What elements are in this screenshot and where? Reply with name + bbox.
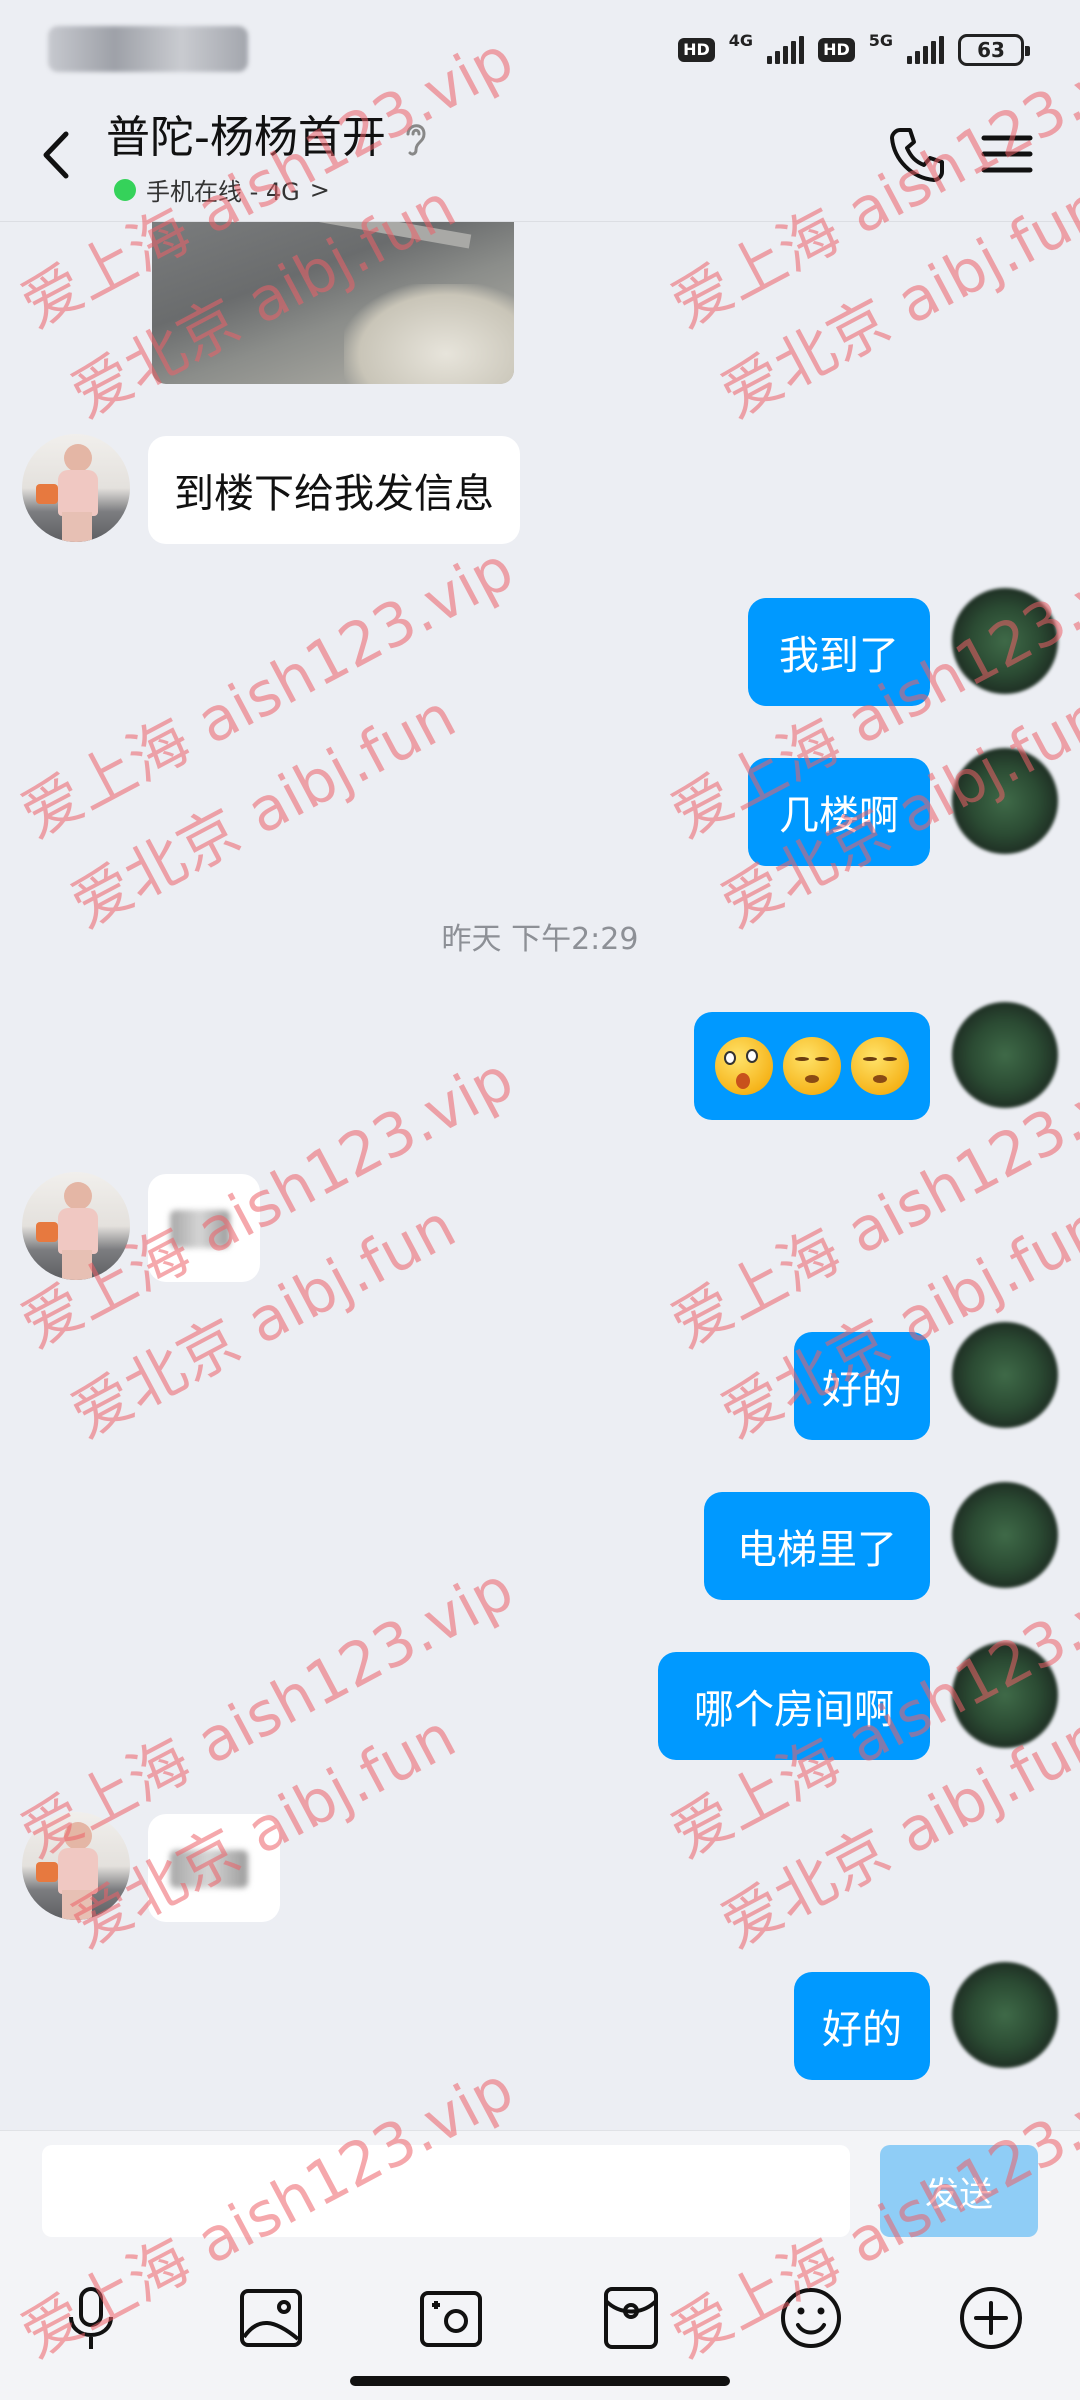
phone-icon	[890, 128, 944, 182]
menu-button[interactable]	[978, 126, 1036, 182]
battery-icon: 63	[958, 34, 1030, 66]
online-status-icon	[114, 178, 136, 201]
network-type-label: 5G	[868, 30, 893, 50]
red-packet-icon	[604, 2287, 658, 2349]
message-list[interactable]: 到楼下给我发信息 我到了 几楼啊 昨天 下午2:29 好的 电梯里了 哪个房间啊	[0, 222, 1080, 2130]
incoming-message-redacted[interactable]	[148, 1814, 280, 1922]
outgoing-message[interactable]: 好的	[794, 1972, 930, 2080]
photo-button[interactable]	[234, 2281, 308, 2355]
send-button[interactable]: 发送	[880, 2145, 1038, 2237]
outgoing-emoji-message[interactable]	[694, 1012, 930, 1120]
status-indicators: HD 4G HD 5G 63	[678, 30, 1030, 70]
ear-icon	[406, 124, 426, 156]
contact-info[interactable]: 普陀-杨杨首开 手机在线 - 4G >	[106, 110, 430, 207]
my-avatar[interactable]	[952, 1002, 1058, 1108]
composer-toolbar	[0, 2281, 1080, 2371]
composer: 发送	[0, 2130, 1080, 2400]
outgoing-message[interactable]: 好的	[794, 1332, 930, 1440]
microphone-icon	[69, 2287, 113, 2349]
smiley-icon	[781, 2288, 841, 2348]
chat-header: 普陀-杨杨首开 手机在线 - 4G >	[0, 90, 1080, 222]
incoming-message-redacted[interactable]	[148, 1174, 260, 1282]
image-icon	[240, 2289, 302, 2347]
red-packet-button[interactable]	[594, 2281, 668, 2355]
emoji-button[interactable]	[774, 2281, 848, 2355]
network-type-label: 4G	[728, 30, 754, 50]
outgoing-message[interactable]: 电梯里了	[704, 1492, 930, 1600]
menu-icon	[981, 135, 1033, 173]
signal-icon	[907, 36, 944, 64]
shushing-face-emoji-icon	[783, 1037, 841, 1095]
contact-avatar[interactable]	[22, 1812, 130, 1920]
message-timestamp: 昨天 下午2:29	[441, 922, 639, 957]
back-button[interactable]	[28, 120, 88, 190]
chevron-right-icon: >	[309, 175, 330, 204]
plus-circle-icon	[960, 2287, 1022, 2349]
my-avatar[interactable]	[952, 1962, 1058, 2068]
my-avatar[interactable]	[952, 588, 1058, 694]
chevron-left-icon	[43, 131, 69, 179]
hd-badge: HD	[818, 38, 855, 62]
outgoing-message[interactable]: 几楼啊	[748, 758, 930, 866]
status-bar-left-blurred	[48, 26, 248, 72]
online-status-text: 手机在线 - 4G	[146, 178, 300, 206]
incoming-message[interactable]: 到楼下给我发信息	[148, 436, 520, 544]
message-input[interactable]	[42, 2145, 850, 2237]
outgoing-message[interactable]: 哪个房间啊	[658, 1652, 930, 1760]
my-avatar[interactable]	[952, 748, 1058, 854]
status-bar: HD 4G HD 5G 63	[0, 0, 1080, 90]
contact-avatar[interactable]	[22, 1172, 130, 1280]
contact-name: 普陀-杨杨首开	[106, 112, 386, 163]
my-avatar[interactable]	[952, 1642, 1058, 1748]
voice-call-button[interactable]	[884, 122, 948, 186]
camera-icon	[420, 2291, 482, 2347]
signal-icon	[767, 36, 805, 64]
camera-button[interactable]	[414, 2281, 488, 2355]
my-avatar[interactable]	[952, 1322, 1058, 1428]
dizzy-face-emoji-icon	[715, 1037, 773, 1095]
outgoing-message[interactable]: 我到了	[748, 598, 930, 706]
my-avatar[interactable]	[952, 1482, 1058, 1588]
more-button[interactable]	[954, 2281, 1028, 2355]
contact-avatar[interactable]	[22, 434, 130, 542]
image-message[interactable]	[152, 222, 514, 384]
shushing-face-emoji-icon	[851, 1037, 909, 1095]
voice-button[interactable]	[54, 2281, 128, 2355]
home-indicator[interactable]	[350, 2376, 730, 2386]
hd-badge: HD	[678, 38, 715, 62]
